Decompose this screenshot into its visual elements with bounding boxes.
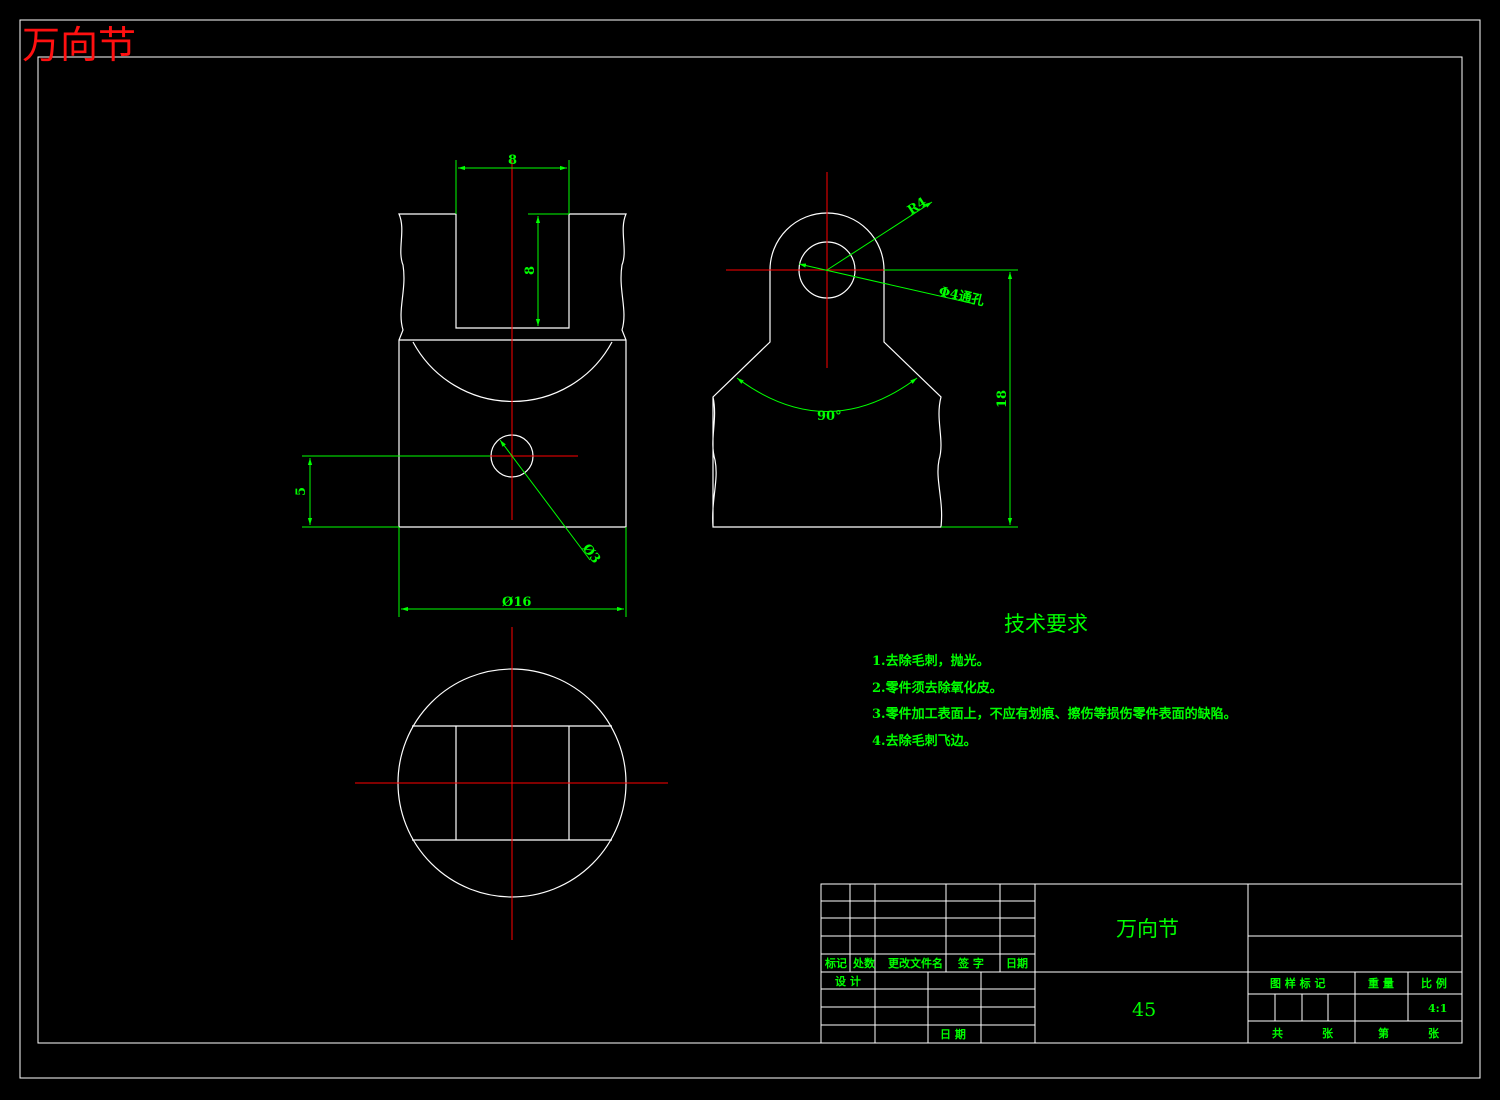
dim-angle: 90° [817,409,842,424]
hdr-weight: 重 量 [1368,976,1394,990]
front-view [398,160,627,528]
dim-slot-width: 8 [508,153,517,168]
outer-frame [19,19,1481,1079]
tech-item-4: 4.去除毛刺飞边。 [872,733,977,749]
tech-item-1: 1.去除毛刺，抛光。 [872,653,990,669]
hdr-count: 处数 [852,956,876,970]
hdr-date: 日期 [1006,956,1028,970]
part-name: 万向节 [1116,917,1179,941]
hdr-sheets: 张 [1322,1026,1334,1040]
tech-item-3: 3.零件加工表面上，不应有划痕、擦伤等损伤零件表面的缺陷。 [872,706,1237,722]
front-view-dimensions: 8 8 5 Ø3 Ø16 [294,153,627,617]
dim-outer-dia: Ø16 [502,595,531,610]
hdr-mark: 标记 [824,956,847,970]
tech-requirements: 技术要求 1.去除毛刺，抛光。 2.零件须去除氧化皮。 3.零件加工表面上，不应… [872,612,1237,749]
hdr-scale: 比 例 [1421,976,1447,990]
tech-heading: 技术要求 [1004,612,1088,636]
dim-hole-offset: 5 [294,487,309,496]
dim-height: 18 [995,390,1010,408]
hdr-sheet: 张 [1428,1026,1440,1040]
cad-drawing-sheet: 万向节 8 8 5 Ø3 Ø16 R4 Φ4通孔 90° 18 技术要求 1.去… [19,19,1481,1079]
hdr-change-doc: 更改文件名 [888,956,943,970]
hdr-total: 共 [1272,1026,1283,1040]
material: 45 [1132,999,1156,1021]
title-block: 标记 处数 更改文件名 签 字 日期 设 计 日 期 万向节 45 图 样 标 … [820,883,1463,1044]
side-view [712,172,943,528]
tech-item-2: 2.零件须去除氧化皮。 [872,680,1003,696]
corner-title: 万向节 [22,23,136,67]
side-view-dimensions: R4 Φ4通孔 90° 18 [736,195,1018,528]
scale-value: 4:1 [1428,1002,1447,1015]
hdr-signature: 签 字 [957,956,984,970]
hdr-stage-mark: 图 样 标 记 [1270,976,1326,990]
hdr-page: 第 [1378,1026,1389,1040]
hdr-design: 设 计 [835,974,861,988]
hdr-date2: 日 期 [940,1027,966,1041]
dim-radius: R4 [905,195,930,218]
dim-through-hole: Φ4通孔 [937,283,986,309]
dim-hole-dia: Ø3 [579,541,603,566]
dim-slot-depth: 8 [523,266,538,275]
top-view [355,627,668,940]
